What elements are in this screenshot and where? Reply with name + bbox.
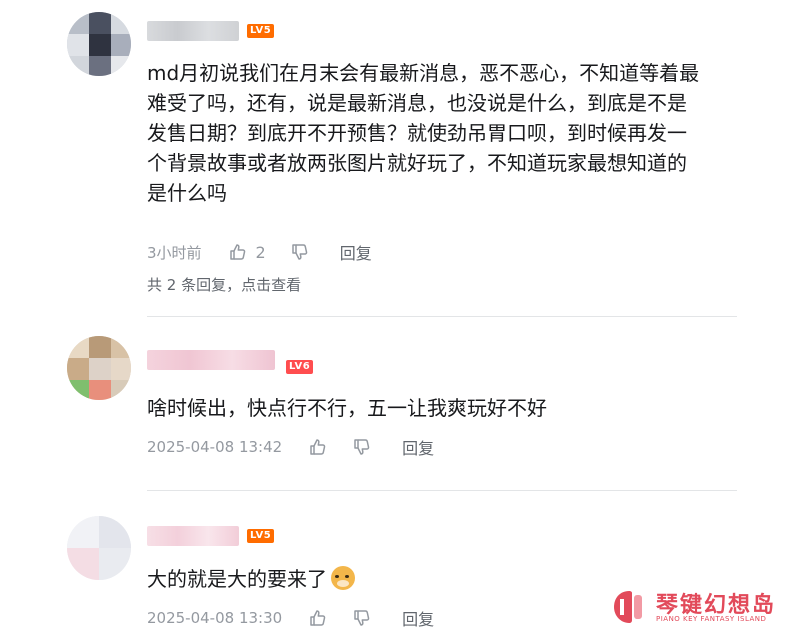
thumbs-down-icon <box>354 439 370 455</box>
thumbs-up-icon <box>310 439 326 455</box>
view-replies-link[interactable]: 点击查看 <box>241 276 301 294</box>
thumbs-up-icon <box>229 244 245 260</box>
like-count: 2 <box>255 242 266 262</box>
dislike-button[interactable] <box>352 608 372 628</box>
username-blurred[interactable] <box>147 526 239 546</box>
comment-item: LV6 啥时候出，快点行不行，五一让我爽玩好不好 2025-04-08 13:4… <box>0 316 800 506</box>
comment-text-line: 发售日期？到底开不开预售？就使劲吊胃口呗，到时候再发一 <box>147 121 687 145</box>
watermark: 琴键幻想岛 PIANO KEY FANTASY ISLAND <box>612 587 782 629</box>
comment-text-line: md月初说我们在月末会有最新消息，恶不恶心，不知道等着最 <box>147 61 700 85</box>
like-button[interactable] <box>308 608 328 628</box>
reply-button[interactable]: 回复 <box>402 606 434 630</box>
comment-text: 啥时候出，快点行不行，五一让我爽玩好不好 <box>147 396 547 420</box>
comment-time: 2025-04-08 13:42 <box>147 438 283 456</box>
sub-replies-info: 共 2 条回复，点击查看 <box>147 274 301 295</box>
like-button[interactable]: 2 <box>228 242 266 262</box>
piano-key-logo-icon <box>614 591 642 623</box>
reply-button[interactable]: 回复 <box>340 240 372 264</box>
level-badge: LV5 <box>247 529 275 543</box>
comment-meta: 2025-04-08 13:42 回复 <box>147 435 434 459</box>
dislike-button[interactable] <box>290 242 310 262</box>
username-blurred[interactable] <box>147 350 275 370</box>
avatar[interactable] <box>67 12 131 76</box>
comment-text-line: 难受了吗，还有，说是最新消息，也没说是什么，到底是不是 <box>147 91 687 115</box>
comment-time: 3小时前 <box>147 243 202 262</box>
username-blurred[interactable] <box>147 21 239 41</box>
watermark-subtitle: PIANO KEY FANTASY ISLAND <box>656 615 767 623</box>
comment-text-content: 大的就是大的要来了 <box>147 567 327 591</box>
thumbs-down-icon <box>291 244 308 260</box>
avatar[interactable] <box>67 336 131 400</box>
avatar[interactable] <box>67 516 131 580</box>
dislike-button[interactable] <box>352 437 372 457</box>
level-badge: LV5 <box>247 24 275 38</box>
comment-meta: 2025-04-08 13:30 回复 <box>147 606 434 630</box>
sub-replies-count: 共 2 条回复， <box>147 276 242 294</box>
like-button[interactable] <box>308 437 328 457</box>
comment-meta: 3小时前 2 回复 <box>147 240 372 264</box>
comment-time: 2025-04-08 13:30 <box>147 609 283 627</box>
comment-text-line: 是什么吗 <box>147 181 227 205</box>
comment-text: md月初说我们在月末会有最新消息，恶不恶心，不知道等着最 难受了吗，还有，说是最… <box>147 58 747 208</box>
reply-button[interactable]: 回复 <box>402 435 434 459</box>
comment-item: LV5 md月初说我们在月末会有最新消息，恶不恶心，不知道等着最 难受了吗，还有… <box>0 0 800 316</box>
doge-emoji <box>331 566 355 590</box>
thumbs-down-icon <box>354 610 370 626</box>
thumbs-up-icon <box>310 610 326 626</box>
comment-text-line: 个背景故事或者放两张图片就好玩了，不知道玩家最想知道的 <box>147 151 687 175</box>
level-badge: LV6 <box>286 360 314 374</box>
